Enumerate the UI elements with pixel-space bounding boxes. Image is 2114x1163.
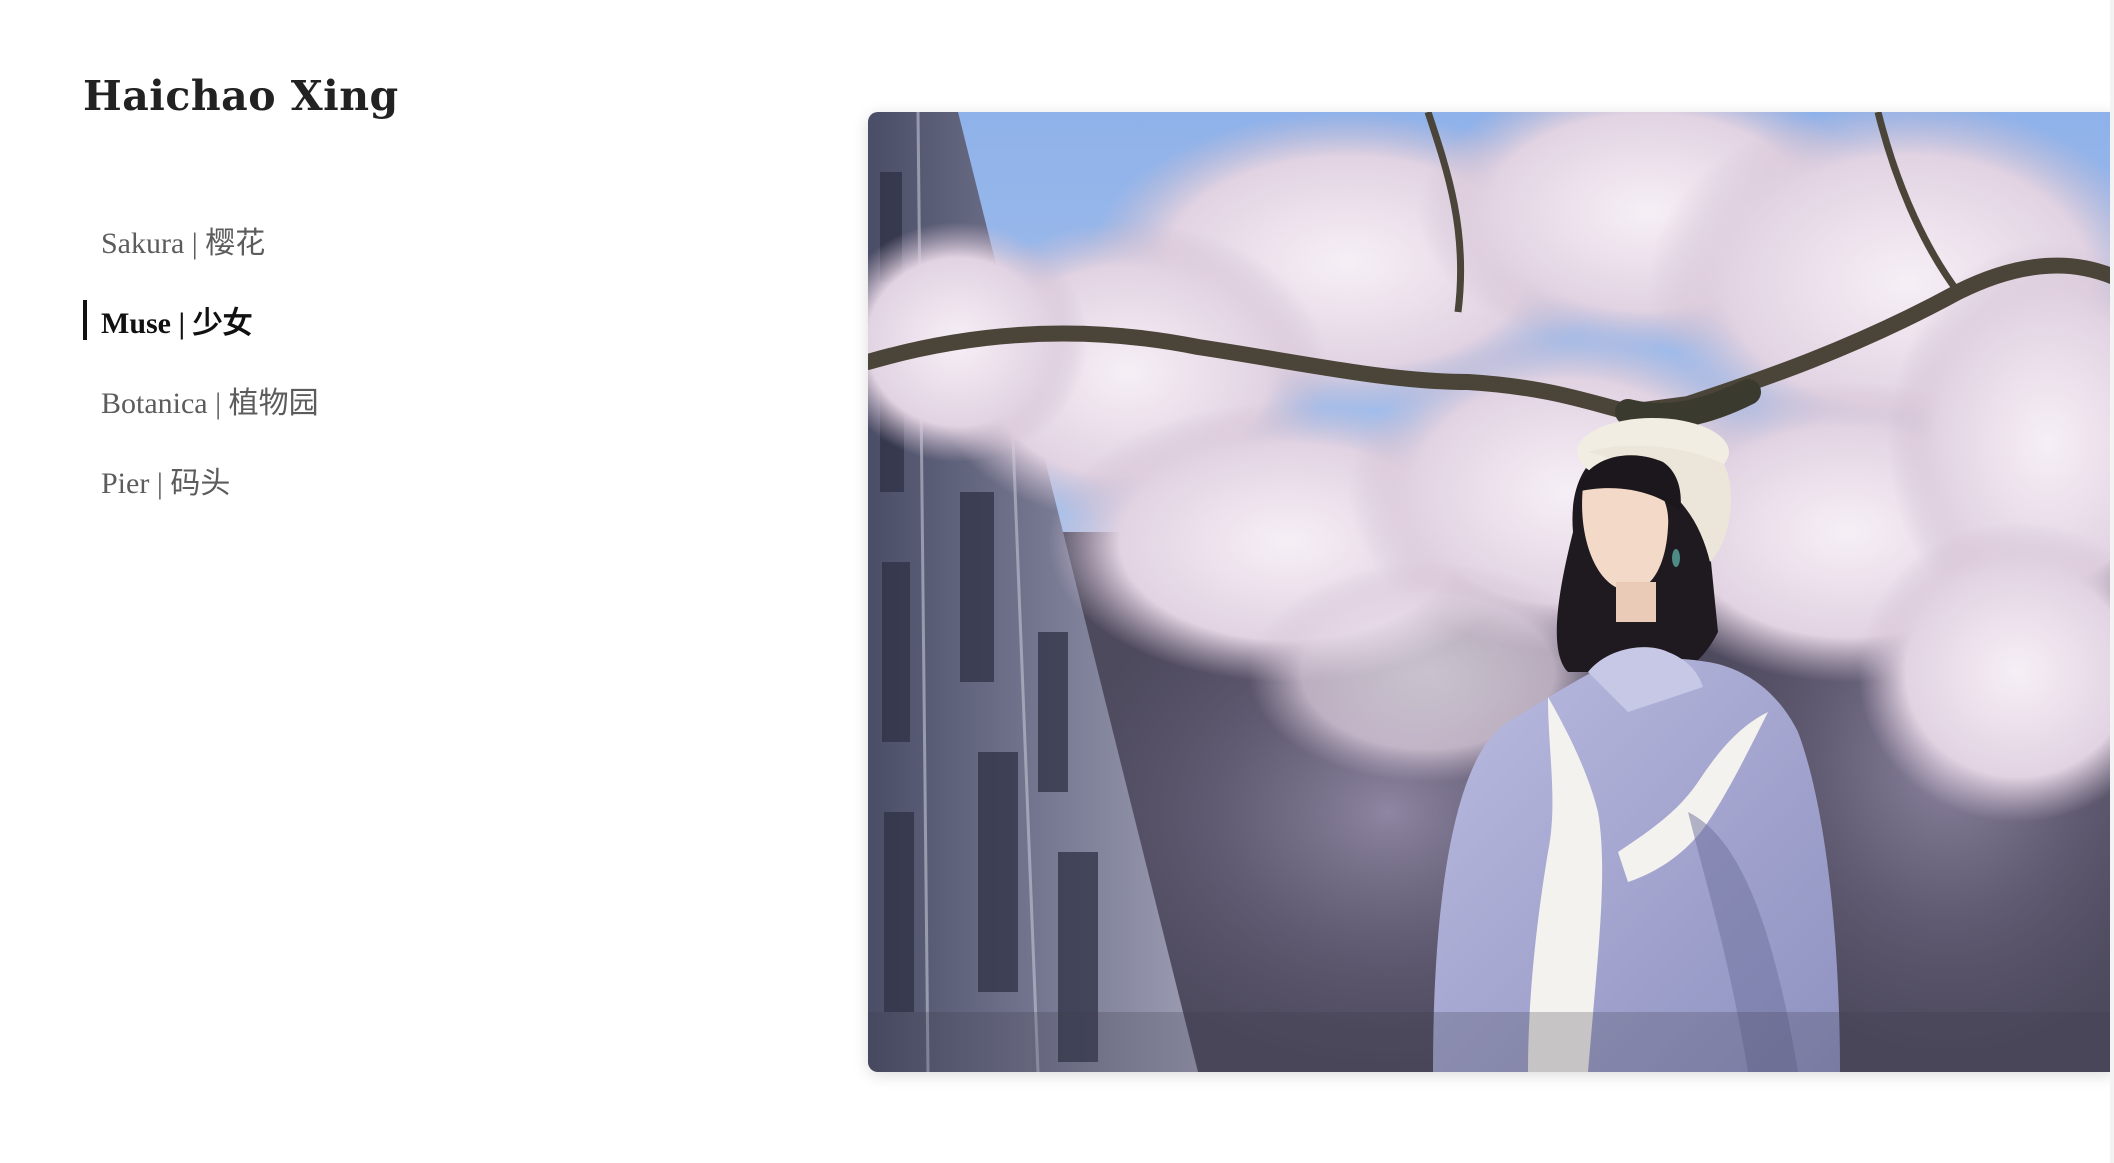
- portfolio-page: Haichao Xing Sakura | 樱花 Muse | 少女 Botan…: [0, 0, 2114, 1163]
- photo-girl-under-cherry-blossoms: [868, 112, 2114, 1072]
- nav-item-pier[interactable]: Pier | 码头: [83, 458, 503, 502]
- site-title[interactable]: Haichao Xing: [83, 72, 399, 121]
- nav-item-sakura[interactable]: Sakura | 樱花: [83, 218, 503, 262]
- page-scrollbar[interactable]: [2110, 0, 2114, 1163]
- gallery-photo[interactable]: [868, 112, 2114, 1072]
- nav-item-botanica[interactable]: Botanica | 植物园: [83, 378, 503, 422]
- gallery-nav: Sakura | 樱花 Muse | 少女 Botanica | 植物园 Pie…: [83, 218, 503, 538]
- nav-item-muse[interactable]: Muse | 少女: [83, 298, 503, 342]
